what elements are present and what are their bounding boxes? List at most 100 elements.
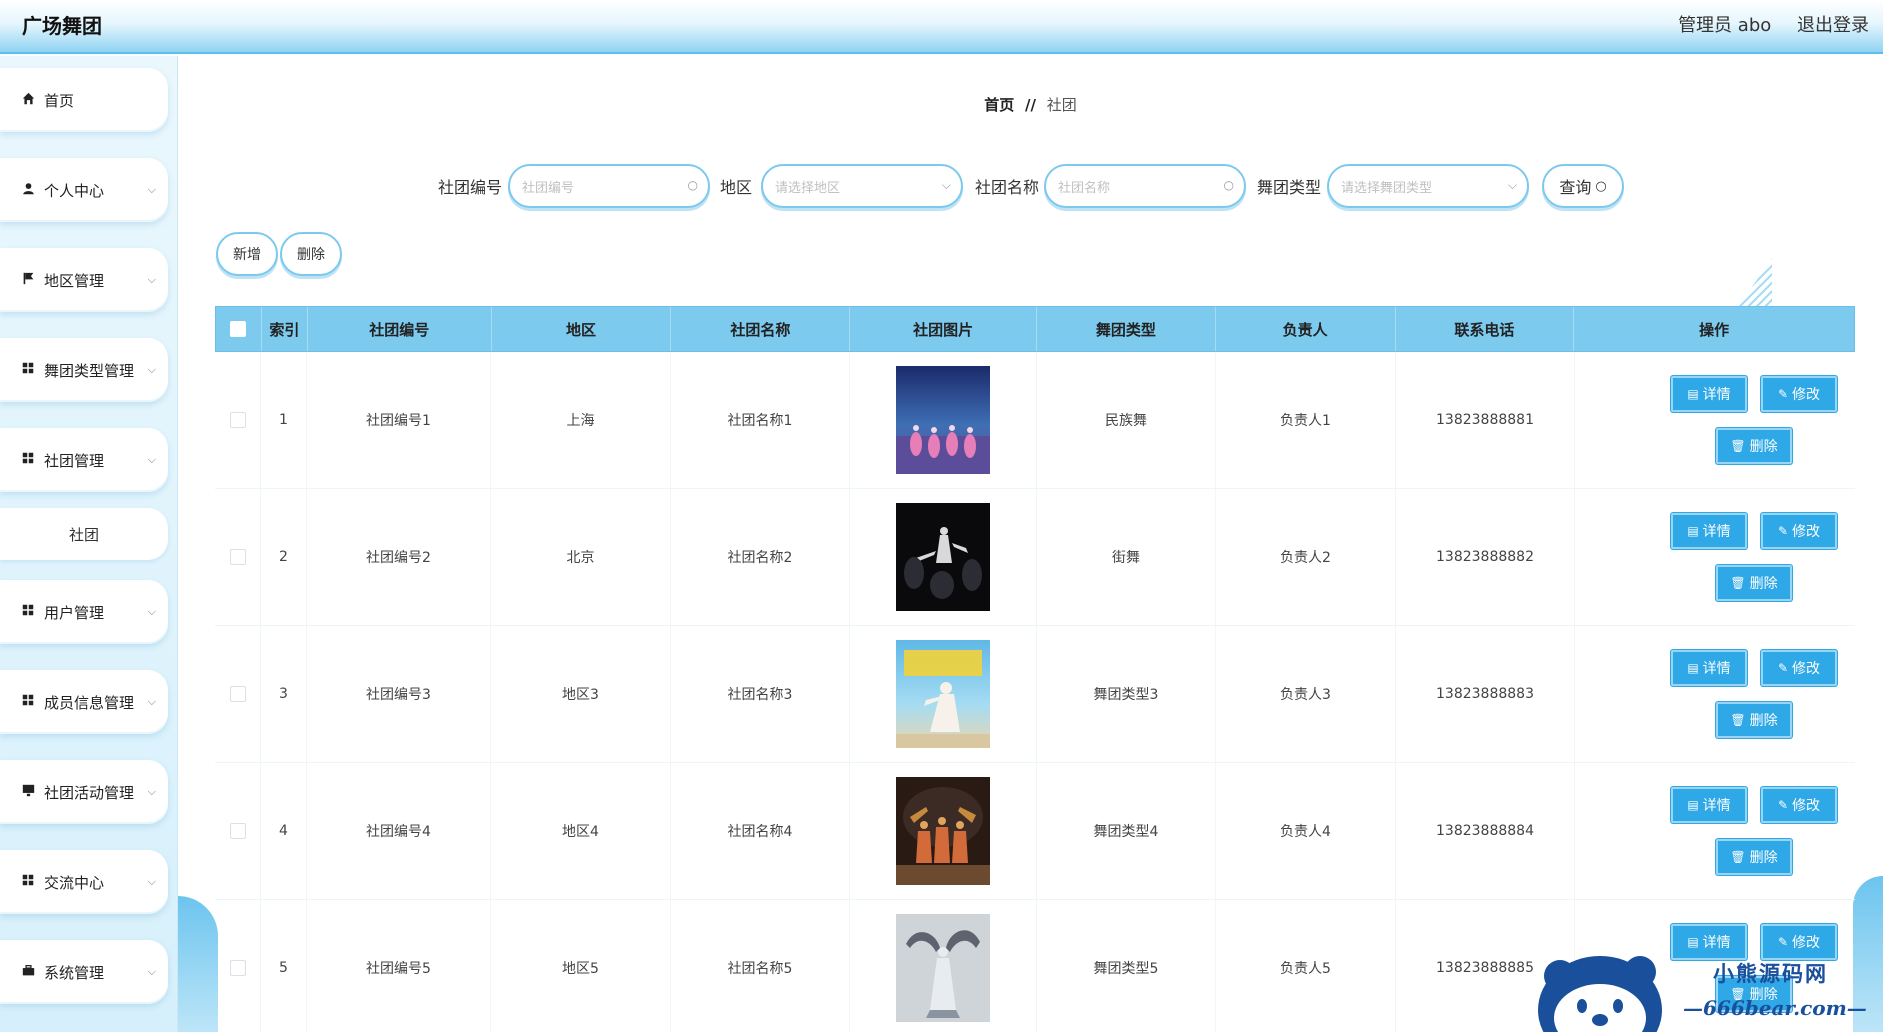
name-cell: 社团名称1 (671, 352, 850, 488)
sidebar-item-profile[interactable]: 个人中心 ⌵ (0, 158, 168, 222)
chevron-down-icon: ⌵ (147, 183, 156, 196)
sidebar-item-home[interactable]: 首页 (0, 68, 168, 132)
detail-label: 详情 (1702, 387, 1731, 403)
detail-label: 详情 (1702, 661, 1731, 677)
index-cell: 1 (261, 352, 307, 488)
edit-button[interactable]: ✎ 修改 (1761, 787, 1837, 823)
code-cell: 社团编号3 (307, 626, 491, 762)
top-header: 广场舞团 管理员 abo 退出登录 (0, 0, 1883, 54)
sidebar-item-members[interactable]: 成员信息管理 ⌵ (0, 670, 168, 734)
document-icon: ▤ (1687, 387, 1699, 401)
detail-button[interactable]: ▤ 详情 (1671, 376, 1747, 412)
detail-label: 详情 (1702, 798, 1731, 814)
code-cell: 社团编号2 (307, 489, 491, 625)
monitor-icon (20, 784, 36, 801)
edit-label: 修改 (1792, 387, 1821, 403)
area-placeholder: 请选择地区 (775, 180, 841, 196)
club-photo (896, 640, 990, 748)
delete-button[interactable]: 🗑 删除 (1716, 565, 1792, 601)
chevron-down-icon: ⌵ (147, 695, 156, 708)
chevron-down-icon: ⌵ (147, 605, 156, 618)
table-row: 4 社团编号4 地区4 社团名称4 舞团类型4 负责人4 13823888884 (215, 763, 1855, 900)
club-name-input[interactable]: 社团名称 ○ (1044, 164, 1246, 208)
edit-icon: ✎ (1777, 935, 1789, 949)
grid-icon (20, 694, 36, 710)
col-header-type: 舞团类型 (1037, 307, 1216, 351)
chevron-down-icon: ⌵ (147, 273, 156, 286)
delete-button[interactable]: 🗑 删除 (1716, 428, 1792, 464)
name-cell: 社团名称3 (671, 626, 850, 762)
index-cell: 5 (261, 900, 307, 1032)
sidebar-subitem-club[interactable]: 社团 (0, 508, 168, 560)
sidebar-item-activities[interactable]: 社团活动管理 ⌵ (0, 760, 168, 824)
club-photo (896, 777, 990, 885)
detail-button[interactable]: ▤ 详情 (1671, 513, 1747, 549)
row-checkbox[interactable] (229, 960, 246, 976)
briefcase-icon (20, 964, 36, 981)
delete-button[interactable]: 🗑 删除 (1716, 839, 1792, 875)
delete-label: 删除 (1749, 576, 1778, 592)
delete-button[interactable]: 🗑 删除 (1716, 702, 1792, 738)
query-button[interactable]: 查询 ○ (1542, 164, 1624, 208)
edit-icon: ✎ (1777, 524, 1789, 538)
sidebar-item-label: 舞团类型管理 (44, 361, 135, 380)
admin-user-label[interactable]: 管理员 abo (1678, 15, 1771, 36)
dance-type-select[interactable]: 请选择舞团类型 ⌵ (1327, 164, 1529, 208)
search-bar: 社团编号 社团编号 ○ 地区 请选择地区 ⌵ 社团名称 社团名称 ○ 舞团类型 … (178, 164, 1883, 208)
code-cell: 社团编号1 (307, 352, 491, 488)
detail-button[interactable]: ▤ 详情 (1671, 787, 1747, 823)
edit-label: 修改 (1792, 524, 1821, 540)
decorative-wave (178, 896, 218, 1032)
add-button[interactable]: 新增 (216, 232, 278, 276)
grid-icon (20, 362, 36, 378)
logout-link[interactable]: 退出登录 (1797, 15, 1869, 36)
sidebar-item-exchange[interactable]: 交流中心 ⌵ (0, 850, 168, 914)
area-cell: 上海 (491, 352, 671, 488)
row-select-cell (215, 763, 261, 899)
sidebar-item-label: 个人中心 (44, 181, 105, 200)
document-icon: ▤ (1687, 935, 1699, 949)
sidebar-item-club[interactable]: 社团管理 ⌵ (0, 428, 168, 492)
sidebar-item-users[interactable]: 用户管理 ⌵ (0, 580, 168, 644)
grid-icon (20, 452, 36, 468)
row-checkbox[interactable] (229, 686, 246, 702)
row-select-cell (215, 900, 261, 1032)
edit-button[interactable]: ✎ 修改 (1761, 513, 1837, 549)
chevron-down-icon: ⌵ (147, 965, 156, 978)
chevron-down-icon: ⌵ (147, 785, 156, 798)
table-row: 2 社团编号2 北京 社团名称2 街舞 负责人2 13823888882 ▤ 详情… (215, 489, 1855, 626)
table-row: 1 社团编号1 上海 社团名称1 民族舞 负责人1 13823888881 ▤ 详… (215, 352, 1855, 489)
area-cell: 地区5 (491, 900, 671, 1032)
breadcrumb-separator: // (1025, 96, 1036, 114)
row-checkbox[interactable] (229, 823, 246, 839)
flag-icon (20, 272, 36, 289)
breadcrumb-home[interactable]: 首页 (984, 96, 1014, 114)
club-code-input[interactable]: 社团编号 ○ (508, 164, 710, 208)
phone-cell: 13823888883 (1396, 626, 1575, 762)
sidebar-item-area[interactable]: 地区管理 ⌵ (0, 248, 168, 312)
edit-icon: ✎ (1777, 387, 1789, 401)
image-cell (850, 489, 1037, 625)
edit-button[interactable]: ✎ 修改 (1761, 650, 1837, 686)
sidebar: 首页 个人中心 ⌵ 地区管理 ⌵ 舞团类型管理 ⌵ 社团管理 ⌵ 社团 用户管理… (0, 56, 178, 1032)
chevron-down-icon: ⌵ (941, 178, 951, 192)
sidebar-item-dance-type[interactable]: 舞团类型管理 ⌵ (0, 338, 168, 402)
select-all-checkbox[interactable] (230, 321, 247, 337)
club-table: 索引 社团编号 地区 社团名称 社团图片 舞团类型 负责人 联系电话 操作 1 … (215, 306, 1855, 1032)
edit-button[interactable]: ✎ 修改 (1761, 376, 1837, 412)
row-select-cell (215, 489, 261, 625)
sidebar-item-label: 社团管理 (44, 451, 105, 470)
row-checkbox[interactable] (229, 412, 246, 428)
query-button-label: 查询 (1559, 178, 1592, 197)
detail-button[interactable]: ▤ 详情 (1671, 650, 1747, 686)
club-name-placeholder: 社团名称 (1058, 180, 1111, 196)
bulk-delete-button[interactable]: 删除 (280, 232, 342, 276)
area-select[interactable]: 请选择地区 ⌵ (761, 164, 963, 208)
document-icon: ▤ (1687, 524, 1699, 538)
row-checkbox[interactable] (229, 549, 246, 565)
sidebar-item-system[interactable]: 系统管理 ⌵ (0, 940, 168, 1004)
grid-icon (20, 604, 36, 620)
row-select-cell (215, 626, 261, 762)
image-cell (850, 626, 1037, 762)
search-icon: ○ (1223, 178, 1234, 192)
